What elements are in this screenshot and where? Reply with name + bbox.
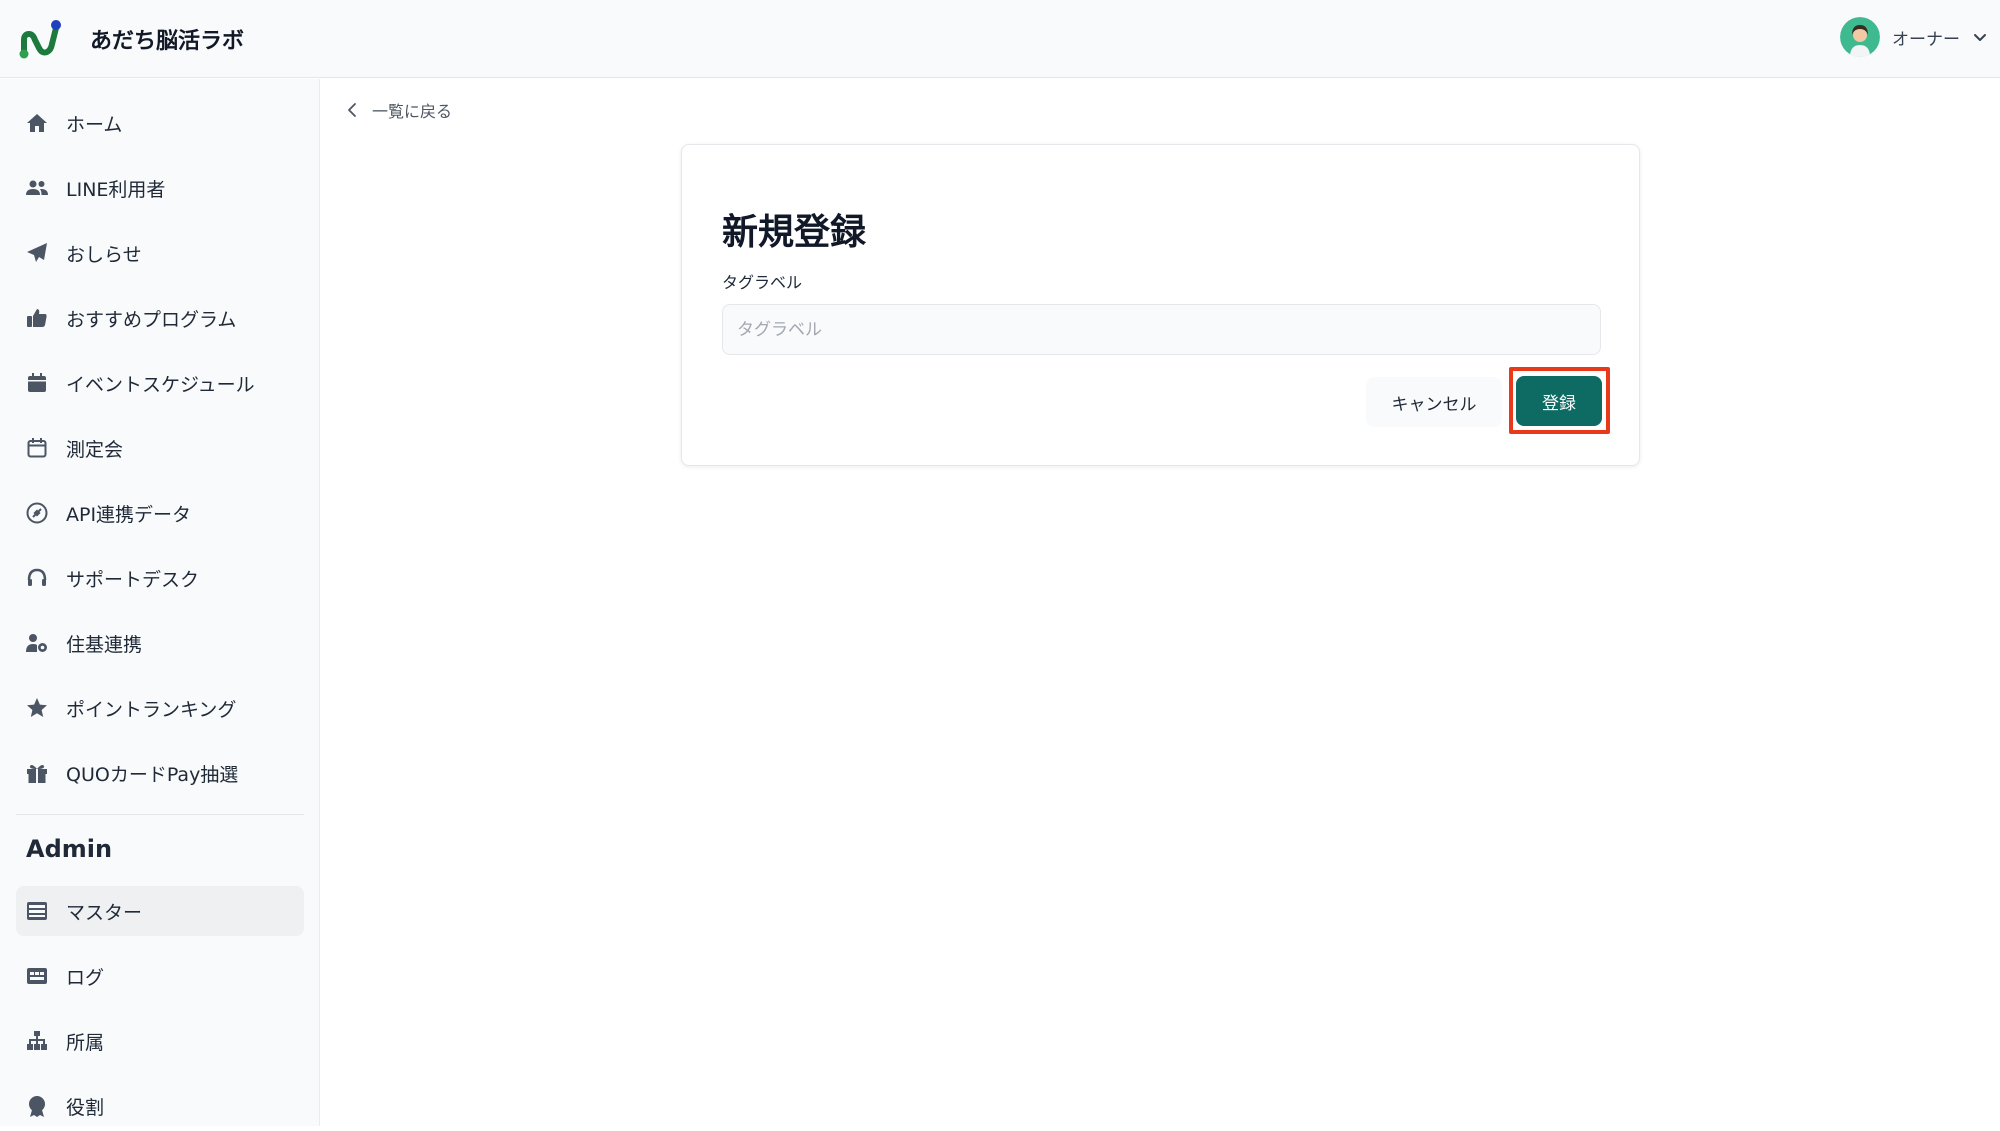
thumbs-up-icon — [24, 305, 50, 331]
sidebar-item-affiliation[interactable]: 所属 — [16, 1016, 304, 1066]
tag-label-input[interactable] — [722, 304, 1601, 355]
cancel-button[interactable]: キャンセル — [1366, 377, 1502, 427]
sitemap-icon — [24, 1028, 50, 1054]
chevron-down-icon[interactable] — [1972, 29, 1988, 45]
calendar-filled-icon — [24, 370, 50, 396]
app-name: あだち脳活ラボ — [90, 28, 245, 54]
brand-logo-icon — [19, 19, 61, 58]
sidebar-item-master[interactable]: マスター — [16, 886, 304, 936]
sidebar-section-title: Admin — [26, 835, 113, 863]
back-link-label: 一覧に戻る — [372, 102, 453, 121]
sidebar-item-support-desk[interactable]: サポートデスク — [16, 553, 304, 603]
sidebar-item-label: マスター — [66, 901, 143, 924]
sidebar-item-label: おしらせ — [66, 243, 142, 266]
paper-plane-icon — [24, 240, 50, 266]
headset-icon — [24, 565, 50, 591]
chevron-left-icon — [348, 103, 356, 117]
sidebar-item-label: イベントスケジュール — [66, 373, 255, 396]
sidebar-item-role[interactable]: 役割 — [16, 1081, 304, 1131]
sidebar-item-label: 役割 — [66, 1096, 105, 1119]
new-registration-card: 新規登録 タグラベル キャンセル 登録 — [681, 144, 1640, 466]
sidebar-item-resident-link[interactable]: 住基連携 — [16, 618, 304, 668]
home-icon — [24, 110, 50, 136]
sidebar-item-home[interactable]: ホーム — [16, 98, 304, 148]
sidebar-item-api-data[interactable]: API連携データ — [16, 488, 304, 538]
star-icon — [24, 695, 50, 721]
sidebar-item-label: QUOカードPay抽選 — [66, 763, 239, 786]
gift-icon — [24, 760, 50, 786]
users-icon — [24, 175, 50, 201]
sidebar-item-notices[interactable]: おしらせ — [16, 228, 304, 278]
sidebar-item-label: 測定会 — [66, 438, 124, 461]
sidebar-item-measurement[interactable]: 測定会 — [16, 423, 304, 473]
sidebar-item-label: ログ — [66, 966, 105, 989]
user-menu[interactable]: オーナー — [1840, 16, 1988, 58]
award-icon — [24, 1093, 50, 1119]
tag-label-field-label: タグラベル — [722, 273, 803, 292]
sidebar-item-log[interactable]: ログ — [16, 951, 304, 1001]
page-title: 新規登録 — [722, 212, 867, 253]
sidebar-item-quo-lottery[interactable]: QUOカードPay抽選 — [16, 748, 304, 798]
sidebar-item-label: ポイントランキング — [66, 698, 237, 721]
sidebar-item-label: LINE利用者 — [66, 178, 166, 201]
submit-button[interactable]: 登録 — [1516, 376, 1602, 426]
back-to-list-link[interactable]: 一覧に戻る — [344, 98, 452, 122]
user-role: オーナー — [1892, 29, 1960, 50]
sidebar: ホーム LINE利用者 おしらせ おすすめプログラム イベントスケジュール 測定… — [0, 79, 320, 1126]
sidebar-item-label: サポートデスク — [66, 568, 200, 591]
sidebar-item-line-users[interactable]: LINE利用者 — [16, 163, 304, 213]
sidebar-item-point-ranking[interactable]: ポイントランキング — [16, 683, 304, 733]
sidebar-item-label: 住基連携 — [66, 633, 143, 656]
sidebar-item-label: 所属 — [66, 1031, 105, 1054]
sidebar-item-programs[interactable]: おすすめプログラム — [16, 293, 304, 343]
calendar-outline-icon — [24, 435, 50, 461]
server-icon — [24, 898, 50, 924]
sidebar-item-label: API連携データ — [66, 503, 192, 526]
sidebar-item-label: おすすめプログラム — [66, 308, 237, 331]
log-icon — [24, 963, 50, 989]
top-bar: あだち脳活ラボ オーナー — [0, 0, 2000, 78]
sidebar-divider — [16, 814, 304, 815]
sidebar-item-label: ホーム — [66, 113, 123, 136]
plug-icon — [24, 500, 50, 526]
user-gear-icon — [24, 630, 50, 656]
avatar[interactable] — [1840, 17, 1880, 57]
brand[interactable]: あだち脳活ラボ — [18, 16, 244, 62]
sidebar-item-event-schedule[interactable]: イベントスケジュール — [16, 358, 304, 408]
